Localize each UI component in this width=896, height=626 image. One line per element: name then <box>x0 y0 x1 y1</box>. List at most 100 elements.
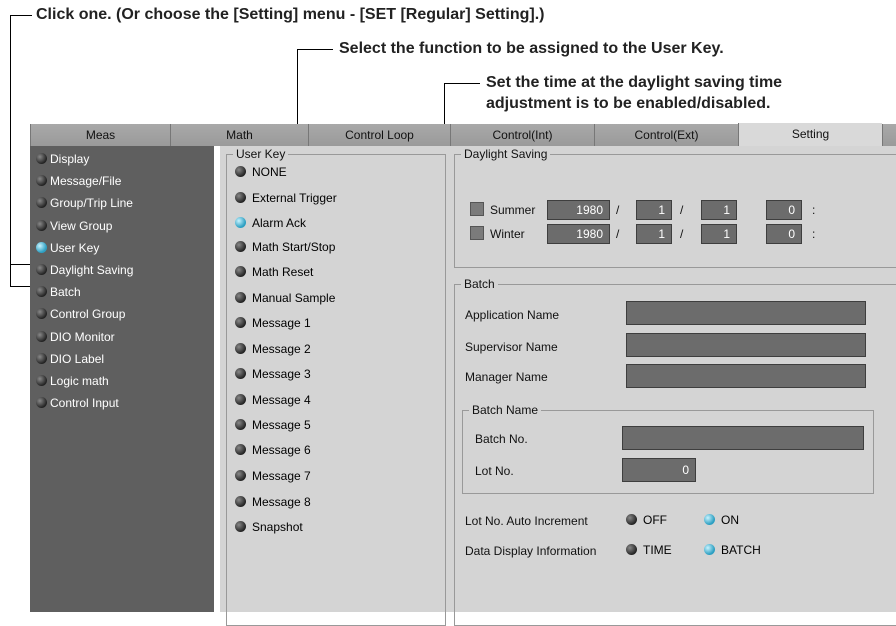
menu-item-display[interactable]: Display <box>34 148 89 170</box>
user-key-option-message-8[interactable]: Message 8 <box>235 491 311 513</box>
user-key-option-message-4[interactable]: Message 4 <box>235 389 311 411</box>
menu-item-batch[interactable]: Batch <box>34 281 81 303</box>
led-icon <box>36 153 47 164</box>
tab-control-loop[interactable]: Control Loop <box>308 124 450 146</box>
user-key-option-label: Math Reset <box>252 265 314 279</box>
led-icon <box>235 317 246 328</box>
user-key-option-message-5[interactable]: Message 5 <box>235 414 311 436</box>
batch-no-field[interactable] <box>622 426 864 450</box>
menu-item-logic-math[interactable]: Logic math <box>34 370 109 392</box>
supervisor-name-field[interactable] <box>626 333 866 357</box>
lot-auto-off-label: OFF <box>643 513 667 527</box>
user-key-option-snapshot[interactable]: Snapshot <box>235 516 303 538</box>
menu-item-daylight-saving[interactable]: Daylight Saving <box>34 259 133 281</box>
summer-year-field[interactable]: 1980 <box>547 200 610 220</box>
settings-right-panel: Daylight Saving Summer 1980 / 1 / 1 0 : … <box>450 146 896 626</box>
leader-line <box>10 15 32 16</box>
summer-hour-field[interactable]: 0 <box>766 200 802 220</box>
user-key-option-external-trigger[interactable]: External Trigger <box>235 187 337 209</box>
led-icon <box>36 353 47 364</box>
user-key-option-message-6[interactable]: Message 6 <box>235 439 311 461</box>
user-key-option-label: Math Start/Stop <box>252 240 336 254</box>
user-key-panel: User Key NONE External Trigger Alarm Ack… <box>220 146 450 626</box>
tab-setting[interactable]: Setting <box>738 123 882 147</box>
menu-item-label: DIO Monitor <box>50 330 115 344</box>
user-key-option-math-reset[interactable]: Math Reset <box>235 261 313 283</box>
user-key-option-message-1[interactable]: Message 1 <box>235 312 311 334</box>
led-icon <box>235 217 246 228</box>
winter-label: Winter <box>490 227 525 241</box>
menu-item-view-group[interactable]: View Group <box>34 215 112 237</box>
winter-checkbox[interactable] <box>470 226 484 240</box>
menu-item-control-input[interactable]: Control Input <box>34 392 119 414</box>
led-icon <box>235 394 246 405</box>
menu-item-label: Daylight Saving <box>50 263 134 277</box>
summer-label: Summer <box>490 203 536 217</box>
user-key-option-message-3[interactable]: Message 3 <box>235 363 311 385</box>
summer-checkbox[interactable] <box>470 202 484 216</box>
user-key-option-label: Snapshot <box>252 520 303 534</box>
led-icon <box>36 375 47 386</box>
user-key-title: User Key <box>233 147 289 161</box>
lot-no-label: Lot No. <box>475 464 514 478</box>
manager-name-field[interactable] <box>626 364 866 388</box>
display-batch-label: BATCH <box>721 543 761 557</box>
user-key-option-label: Message 7 <box>252 469 311 483</box>
user-key-option-none[interactable]: NONE <box>235 161 287 183</box>
tab-overflow[interactable] <box>882 124 896 146</box>
lot-auto-increment-label: Lot No. Auto Increment <box>465 514 588 528</box>
lot-no-field[interactable]: 0 <box>622 458 696 482</box>
settings-menu: Display Message/File Group/Trip Line Vie… <box>30 146 214 612</box>
menu-item-user-key[interactable]: User Key <box>34 237 99 259</box>
led-icon <box>704 544 715 555</box>
menu-item-dio-label[interactable]: DIO Label <box>34 348 104 370</box>
led-icon <box>36 264 47 275</box>
menu-item-label: Control Input <box>50 396 119 410</box>
user-key-option-label: Alarm Ack <box>252 216 307 230</box>
user-key-option-label: Message 5 <box>252 418 311 432</box>
annotation-dst-line1: Set the time at the daylight saving time <box>486 74 783 91</box>
led-icon <box>235 292 246 303</box>
user-key-option-math-start-stop[interactable]: Math Start/Stop <box>235 236 335 258</box>
summer-day-field[interactable]: 1 <box>701 200 737 220</box>
lot-auto-off-option[interactable]: OFF <box>626 510 667 530</box>
led-icon <box>235 521 246 532</box>
tab-math[interactable]: Math <box>170 124 308 146</box>
batch-title: Batch <box>461 277 498 291</box>
menu-item-group-trip-line[interactable]: Group/Trip Line <box>34 192 133 214</box>
tab-control-int[interactable]: Control(Int) <box>450 124 594 146</box>
winter-day-field[interactable]: 1 <box>701 224 737 244</box>
winter-year-field[interactable]: 1980 <box>547 224 610 244</box>
date-separator: / <box>680 227 684 241</box>
data-display-info-label: Data Display Information <box>465 544 597 558</box>
user-key-option-message-2[interactable]: Message 2 <box>235 338 311 360</box>
time-separator: : <box>812 203 816 217</box>
led-icon <box>704 514 715 525</box>
application-name-field[interactable] <box>626 301 866 325</box>
supervisor-name-label: Supervisor Name <box>465 340 558 354</box>
menu-item-dio-monitor[interactable]: DIO Monitor <box>34 326 115 348</box>
led-icon <box>235 444 246 455</box>
winter-hour-field[interactable]: 0 <box>766 224 802 244</box>
menu-item-control-group[interactable]: Control Group <box>34 303 125 325</box>
display-time-option[interactable]: TIME <box>626 540 672 560</box>
menu-item-message-file[interactable]: Message/File <box>34 170 121 192</box>
led-icon <box>36 397 47 408</box>
tab-control-ext[interactable]: Control(Ext) <box>594 124 738 146</box>
menu-item-label: Group/Trip Line <box>50 196 133 210</box>
led-icon <box>235 368 246 379</box>
led-icon <box>235 496 246 507</box>
user-key-option-message-7[interactable]: Message 7 <box>235 465 311 487</box>
tab-meas[interactable]: Meas <box>30 124 170 146</box>
application-name-label: Application Name <box>465 308 560 322</box>
display-batch-option[interactable]: BATCH <box>704 540 761 560</box>
led-icon <box>36 197 47 208</box>
annotation-user-key: Select the function to be assigned to th… <box>339 40 724 57</box>
user-key-option-alarm-ack[interactable]: Alarm Ack <box>235 212 306 234</box>
winter-month-field[interactable]: 1 <box>636 224 672 244</box>
user-key-option-manual-sample[interactable]: Manual Sample <box>235 287 335 309</box>
menu-item-label: View Group <box>50 219 113 233</box>
user-key-option-label: Manual Sample <box>252 291 336 305</box>
lot-auto-on-option[interactable]: ON <box>704 510 739 530</box>
summer-month-field[interactable]: 1 <box>636 200 672 220</box>
